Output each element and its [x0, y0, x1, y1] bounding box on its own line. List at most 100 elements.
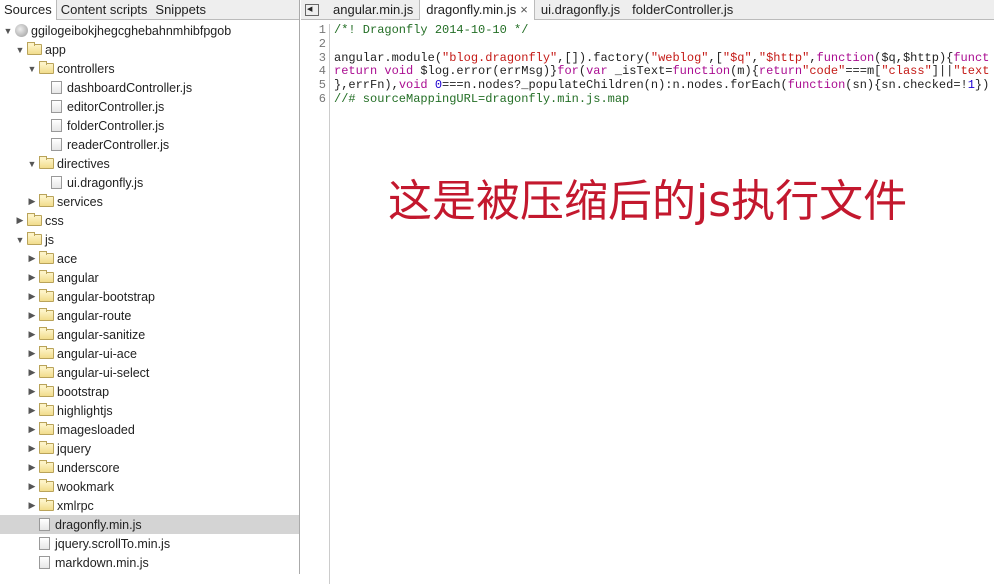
tree-file-item[interactable]: ui.dragonfly.js: [0, 173, 299, 192]
tree-file-item[interactable]: dragonfly.min.js: [0, 515, 299, 534]
tree-file-item[interactable]: readerController.js: [0, 135, 299, 154]
tree-folder-item[interactable]: ▶ ace: [0, 249, 299, 268]
code-token-keyword: return: [758, 64, 803, 79]
tree-file-item[interactable]: editorController.js: [0, 97, 299, 116]
tree-folder-item[interactable]: ▶ imagesloaded: [0, 420, 299, 439]
triangle-down-icon[interactable]: ▼: [15, 235, 25, 245]
triangle-right-icon[interactable]: ▶: [27, 196, 37, 207]
code-token-comment: //# sourceMappingURL=dragonfly.min.js.ma…: [334, 91, 630, 106]
navigator-tabs: Sources Content scripts Snippets: [0, 0, 299, 20]
triangle-down-icon[interactable]: ▼: [27, 159, 37, 169]
tree-item-label: angular-sanitize: [57, 327, 146, 342]
triangle-right-icon[interactable]: ▶: [27, 462, 37, 473]
triangle-right-icon[interactable]: ▶: [27, 405, 37, 416]
line-number: 5: [318, 78, 326, 93]
folder-icon: [39, 194, 54, 207]
code-token-keyword: var: [586, 64, 608, 79]
folder-icon: [39, 156, 54, 169]
triangle-right-icon[interactable]: ▶: [27, 367, 37, 378]
tree-folder-item[interactable]: ▼ directives: [0, 154, 299, 173]
tree-item-label: wookmark: [57, 479, 114, 494]
triangle-right-icon[interactable]: ▶: [15, 215, 25, 226]
navigator-tab-content-scripts[interactable]: Content scripts: [57, 0, 152, 20]
code-lines: /*! Dragonfly 2014-10-10 */ angular.modul…: [334, 23, 990, 107]
tree-item-label: jquery.scrollTo.min.js: [55, 536, 171, 551]
code-line: angular.module("blog.dragonfly",[]).fact…: [334, 50, 990, 66]
code-token-plain: ,[]).factory(: [557, 50, 651, 65]
tree-folder-item[interactable]: ▶ bootstrap: [0, 382, 299, 401]
code-token-keyword: function: [672, 64, 731, 79]
code-token-plain: _isText=: [607, 64, 673, 79]
tree-folder-item[interactable]: ▶ highlightjs: [0, 401, 299, 420]
file-icon: [51, 100, 62, 113]
tree-folder-item[interactable]: ▶ angular-sanitize: [0, 325, 299, 344]
line-number: 1: [318, 23, 326, 37]
triangle-right-icon[interactable]: ▶: [27, 481, 37, 492]
code-token-keyword: void: [398, 78, 428, 93]
tree-file-item[interactable]: dashboardController.js: [0, 78, 299, 97]
navigator-tab-sources[interactable]: Sources: [0, 0, 57, 20]
tree-folder-item[interactable]: ▶ wookmark: [0, 477, 299, 496]
triangle-down-icon[interactable]: ▼: [3, 26, 13, 36]
tree-folder-item[interactable]: ▶ angular-ui-select: [0, 363, 299, 382]
code-token-plain: (m){: [730, 64, 759, 79]
toggle-navigator-icon[interactable]: ◀: [305, 3, 319, 16]
triangle-right-icon[interactable]: ▶: [27, 386, 37, 397]
line-number: 4: [318, 64, 326, 79]
tree-folder-item[interactable]: ▼ js: [0, 230, 299, 249]
tree-folder-item[interactable]: ▶ xmlrpc: [0, 496, 299, 515]
triangle-right-icon[interactable]: ▶: [27, 253, 37, 264]
triangle-right-icon[interactable]: ▶: [27, 443, 37, 454]
code-token-plain: ]||: [931, 64, 954, 79]
editor-tabs: ◀ angular.min.js dragonfly.min.js × ui.drag…: [301, 0, 994, 20]
line-number: 6: [318, 91, 326, 106]
code-token-keyword: funct: [953, 50, 990, 65]
folder-icon: [39, 308, 54, 321]
tree-folder-item[interactable]: ▶ underscore: [0, 458, 299, 477]
tree-folder-item[interactable]: ▶ angular: [0, 268, 299, 287]
editor-tab-label: dragonfly.min.js: [426, 1, 517, 17]
editor-tab[interactable]: dragonfly.min.js ×: [419, 0, 535, 20]
folder-icon: [39, 384, 54, 397]
code-token-plain: ,[: [708, 50, 723, 65]
editor-tab[interactable]: ui.dragonfly.js: [535, 0, 626, 20]
code-token-plain: ,: [751, 50, 759, 65]
code-token-number: 1: [967, 78, 975, 93]
triangle-right-icon[interactable]: ▶: [27, 291, 37, 302]
triangle-right-icon[interactable]: ▶: [27, 310, 37, 321]
tree-folder-item[interactable]: ▼ controllers: [0, 59, 299, 78]
triangle-down-icon[interactable]: ▼: [27, 64, 37, 74]
tree-folder-item[interactable]: ▼ app: [0, 40, 299, 59]
tree-folder-item[interactable]: ▶ services: [0, 192, 299, 211]
close-tab-icon[interactable]: ×: [520, 2, 528, 17]
triangle-right-icon[interactable]: ▶: [27, 500, 37, 511]
line-number: 2: [318, 36, 326, 51]
overlay-caption: 这是被压缩后的js执行文件: [388, 176, 908, 227]
code-token-plain: ($q,$http){: [874, 50, 954, 65]
triangle-right-icon[interactable]: ▶: [27, 329, 37, 340]
tree-file-item[interactable]: jquery.scrollTo.min.js: [0, 534, 299, 553]
triangle-right-icon[interactable]: ▶: [27, 424, 37, 435]
code-token-string: "weblog": [650, 50, 709, 65]
tree-folder-item[interactable]: ▶ angular-route: [0, 306, 299, 325]
code-token-comment: /*! Dragonfly 2014-10-10 */: [334, 23, 529, 37]
triangle-down-icon[interactable]: ▼: [15, 45, 25, 55]
file-icon: [39, 518, 50, 531]
tree-folder-item[interactable]: ▶ jquery: [0, 439, 299, 458]
tree-file-item[interactable]: markdown.min.js: [0, 553, 299, 572]
code-token-plain: ,: [809, 50, 817, 65]
triangle-right-icon[interactable]: ▶: [27, 348, 37, 359]
navigator-tab-snippets[interactable]: Snippets: [151, 0, 210, 20]
tree-item-label: highlightjs: [57, 403, 113, 418]
code-token-number: 0: [434, 78, 443, 93]
tree-folder-item[interactable]: ▼ ggilogeibokjhegcghebahnmhibfpgob: [0, 21, 299, 40]
tree-folder-item[interactable]: ▶ angular-bootstrap: [0, 287, 299, 306]
folder-icon: [27, 42, 42, 55]
file-icon: [39, 556, 50, 569]
tree-folder-item[interactable]: ▶ angular-ui-ace: [0, 344, 299, 363]
tree-folder-item[interactable]: ▶ css: [0, 211, 299, 230]
editor-tab[interactable]: angular.min.js: [327, 0, 419, 20]
triangle-right-icon[interactable]: ▶: [27, 272, 37, 283]
editor-tab[interactable]: folderController.js: [626, 0, 739, 20]
tree-file-item[interactable]: folderController.js: [0, 116, 299, 135]
